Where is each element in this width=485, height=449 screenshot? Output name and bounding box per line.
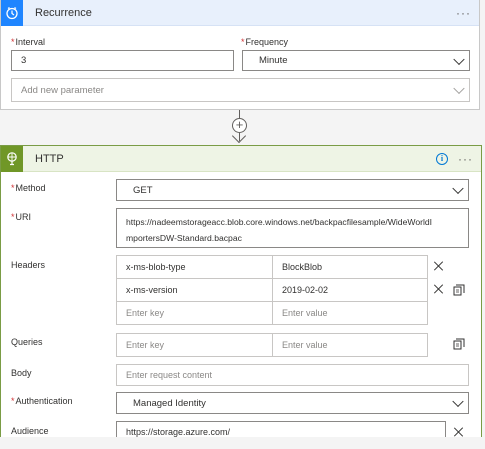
http-card: HTTP i ··· *Method GET *URI https://nade… [0, 145, 482, 449]
chevron-down-icon [452, 395, 464, 408]
header-value-input[interactable]: 2019-02-02 [272, 278, 428, 302]
http-header[interactable]: HTTP i ··· [1, 145, 481, 172]
recurrence-card: Recurrence ··· *Interval 3 *Frequency Mi… [0, 0, 480, 110]
chevron-down-icon [453, 53, 465, 65]
frequency-label: *Frequency [241, 37, 289, 47]
body-input[interactable]: Enter request content [116, 364, 469, 386]
add-new-parameter-dropdown[interactable]: Add new parameter [11, 78, 470, 102]
body-label: Body [11, 368, 32, 378]
frequency-dropdown[interactable]: Minute [242, 50, 470, 71]
close-icon[interactable] [454, 427, 464, 437]
close-icon[interactable] [434, 284, 444, 294]
uri-label: *URI [11, 212, 32, 222]
header-value-input[interactable]: Enter value [272, 301, 428, 325]
canvas-bottom [0, 437, 485, 449]
info-icon[interactable]: i [436, 152, 448, 165]
globe-icon [1, 145, 23, 172]
recurrence-header[interactable]: Recurrence ··· [1, 0, 479, 26]
header-key-input[interactable]: x-ms-version [116, 278, 273, 302]
switch-to-text-mode-icon[interactable] [453, 338, 465, 350]
close-icon[interactable] [434, 261, 444, 271]
queries-label: Queries [11, 337, 43, 347]
clock-icon [1, 0, 23, 26]
method-label: *Method [11, 183, 46, 193]
method-dropdown[interactable]: GET [116, 179, 469, 201]
chevron-down-icon [452, 182, 464, 195]
authentication-label: *Authentication [11, 396, 73, 406]
header-key-input[interactable]: Enter key [116, 301, 273, 325]
chevron-down-icon [453, 82, 465, 95]
header-value-input[interactable]: BlockBlob [272, 255, 428, 279]
interval-input[interactable]: 3 [11, 50, 234, 71]
query-key-input[interactable]: Enter key [116, 333, 273, 357]
headers-label: Headers [11, 260, 46, 270]
interval-label: *Interval [11, 37, 46, 47]
uri-input[interactable]: https://nadeemstorageacc.blob.core.windo… [116, 208, 469, 248]
recurrence-title: Recurrence [35, 6, 92, 19]
http-more-menu[interactable]: ··· [458, 152, 473, 166]
audience-label: Audience [11, 426, 49, 436]
recurrence-more-menu[interactable]: ··· [456, 6, 471, 20]
switch-to-text-mode-icon[interactable] [453, 284, 465, 296]
authentication-dropdown[interactable]: Managed Identity [116, 392, 469, 414]
http-title: HTTP [35, 152, 64, 165]
header-key-input[interactable]: x-ms-blob-type [116, 255, 273, 279]
query-value-input[interactable]: Enter value [272, 333, 428, 357]
